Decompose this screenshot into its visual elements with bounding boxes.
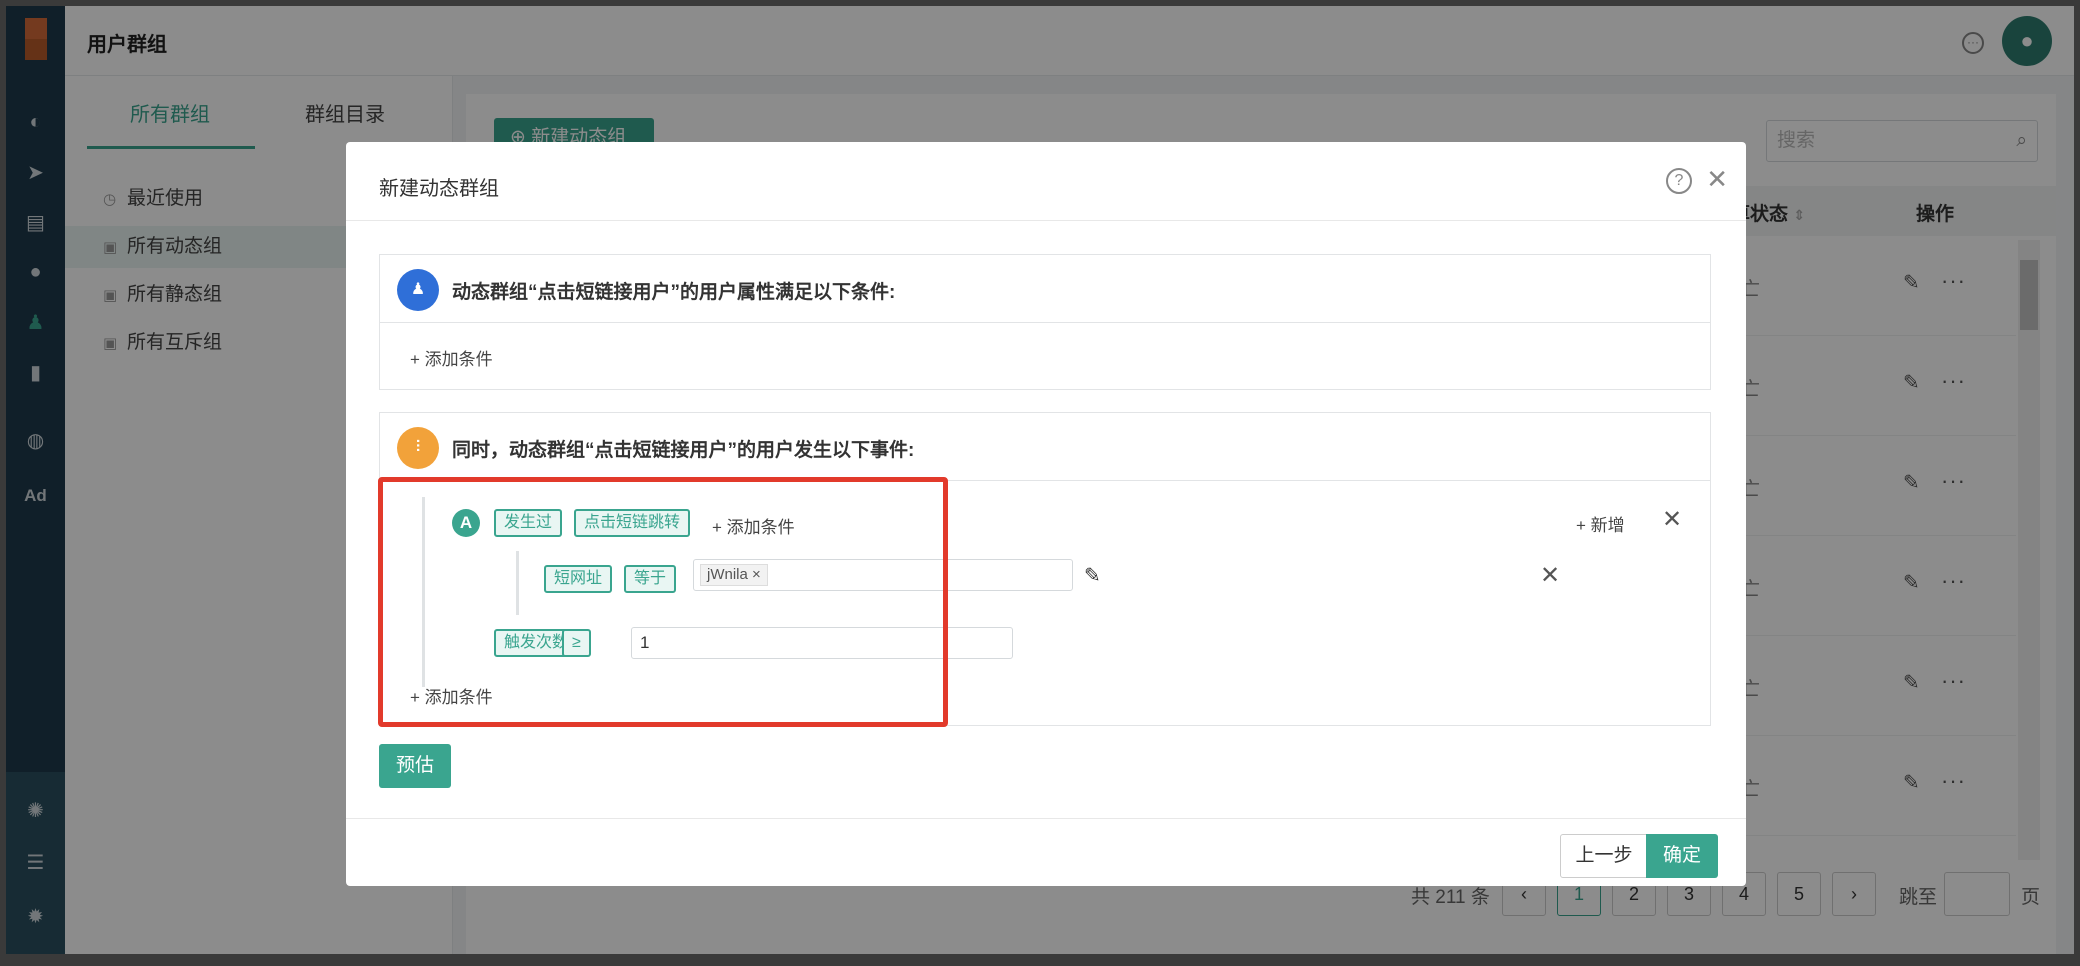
delete-filter-icon[interactable]: ✕ xyxy=(1540,561,1560,590)
estimate-button[interactable]: 预估 xyxy=(379,744,451,788)
footer-divider xyxy=(346,818,1746,819)
confirm-button[interactable]: 确定 xyxy=(1646,834,1718,878)
close-icon[interactable]: ✕ xyxy=(1706,164,1728,195)
event-section-title: 同时，动态群组“点击短链接用户”的用户发生以下事件: xyxy=(452,440,915,461)
user-attribute-icon: ♟ xyxy=(397,269,439,311)
add-user-condition-button[interactable]: + 添加条件 xyxy=(410,345,493,370)
dialog-title: 新建动态群组 xyxy=(379,178,499,200)
dialog-divider xyxy=(346,220,1746,221)
app-frame: ◐ ➤ ▤ ● ♟ ▮ ◍ Ad ✺ ☰ ✹ 用户群组 ··· ● 所有群组 群… xyxy=(6,6,2074,954)
previous-step-button[interactable]: 上一步 xyxy=(1560,834,1648,878)
new-dynamic-group-dialog: 新建动态群组 ? ✕ ♟ 动态群组“点击短链接用户”的用户属性满足以下条件: +… xyxy=(346,142,1746,886)
section-header: ⫶ 同时，动态群组“点击短链接用户”的用户发生以下事件: xyxy=(380,413,1710,481)
section-header: ♟ 动态群组“点击短链接用户”的用户属性满足以下条件: xyxy=(380,255,1710,323)
user-attribute-section: ♟ 动态群组“点击短链接用户”的用户属性满足以下条件: + 添加条件 xyxy=(379,254,1711,390)
user-section-title: 动态群组“点击短链接用户”的用户属性满足以下条件: xyxy=(452,282,896,303)
event-sliders-icon: ⫶ xyxy=(397,427,439,469)
add-rule-button[interactable]: + 新增 xyxy=(1576,511,1625,536)
delete-rule-icon[interactable]: ✕ xyxy=(1662,505,1682,534)
pencil-icon[interactable]: ✎ xyxy=(1084,563,1101,588)
help-icon[interactable]: ? xyxy=(1666,168,1692,194)
highlight-box xyxy=(378,477,948,727)
